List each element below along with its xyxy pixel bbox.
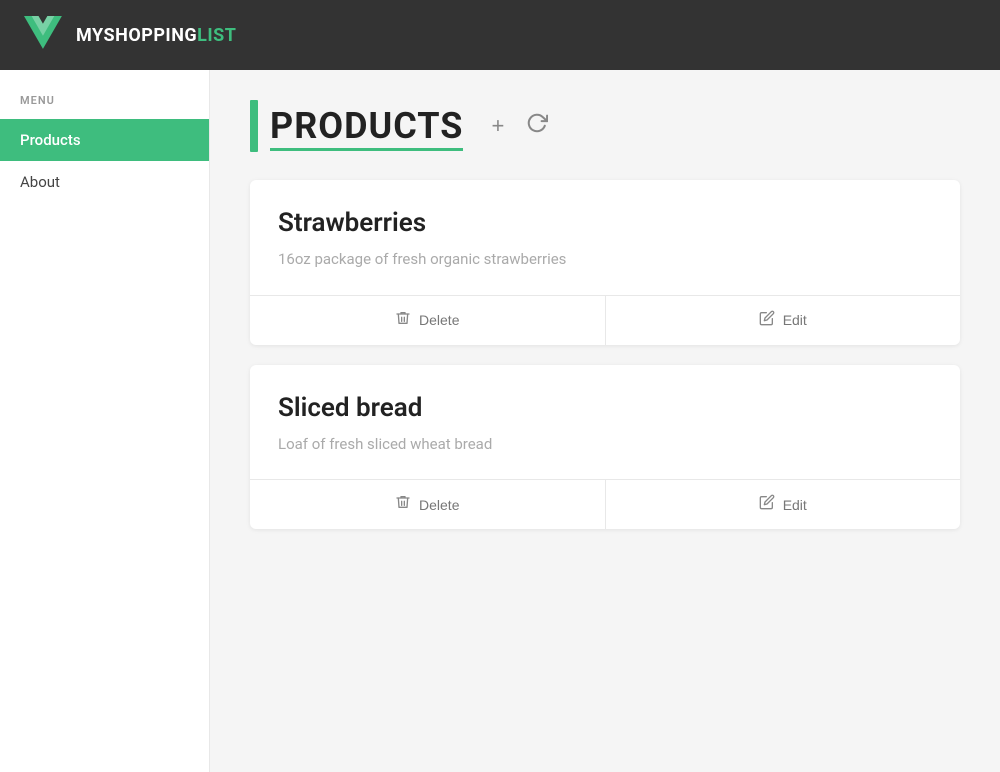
sidebar: MENU Products About <box>0 70 210 772</box>
edit-product-button[interactable]: Edit <box>605 480 961 529</box>
page-title: PRODUCTS <box>270 105 463 147</box>
app-header: MYSHOPPINGLIST <box>0 0 1000 70</box>
header-actions: + <box>487 108 552 144</box>
vue-logo <box>24 16 62 54</box>
delete-product-button[interactable]: Delete <box>250 480 605 529</box>
product-card: Sliced bread Loaf of fresh sliced wheat … <box>250 365 960 530</box>
sidebar-item-products[interactable]: Products <box>0 119 209 161</box>
main-content: PRODUCTS + <box>210 70 1000 772</box>
product-description: Loaf of fresh sliced wheat bread <box>278 433 932 456</box>
delete-product-button[interactable]: Delete <box>250 296 605 345</box>
edit-icon <box>759 494 775 515</box>
delete-label: Delete <box>419 312 459 328</box>
trash-icon <box>395 494 411 515</box>
edit-label: Edit <box>783 312 807 328</box>
add-product-button[interactable]: + <box>487 109 508 143</box>
product-card: Strawberries 16oz package of fresh organ… <box>250 180 960 345</box>
trash-icon <box>395 310 411 331</box>
product-name: Sliced bread <box>278 393 932 423</box>
sidebar-item-about[interactable]: About <box>0 161 209 203</box>
edit-icon <box>759 310 775 331</box>
menu-label: MENU <box>0 94 209 119</box>
product-card-body: Strawberries 16oz package of fresh organ… <box>250 180 960 295</box>
product-description: 16oz package of fresh organic strawberri… <box>278 248 932 271</box>
edit-product-button[interactable]: Edit <box>605 296 961 345</box>
edit-label: Edit <box>783 497 807 513</box>
product-name: Strawberries <box>278 208 932 238</box>
title-accent <box>250 100 258 152</box>
page-header: PRODUCTS + <box>250 100 960 152</box>
page-title-bar: PRODUCTS <box>250 100 463 152</box>
product-list: Strawberries 16oz package of fresh organ… <box>250 180 960 529</box>
delete-label: Delete <box>419 497 459 513</box>
product-card-actions: Delete Edit <box>250 479 960 529</box>
product-card-actions: Delete Edit <box>250 295 960 345</box>
app-title: MYSHOPPINGLIST <box>76 25 236 46</box>
refresh-button[interactable] <box>522 108 552 144</box>
product-card-body: Sliced bread Loaf of fresh sliced wheat … <box>250 365 960 480</box>
